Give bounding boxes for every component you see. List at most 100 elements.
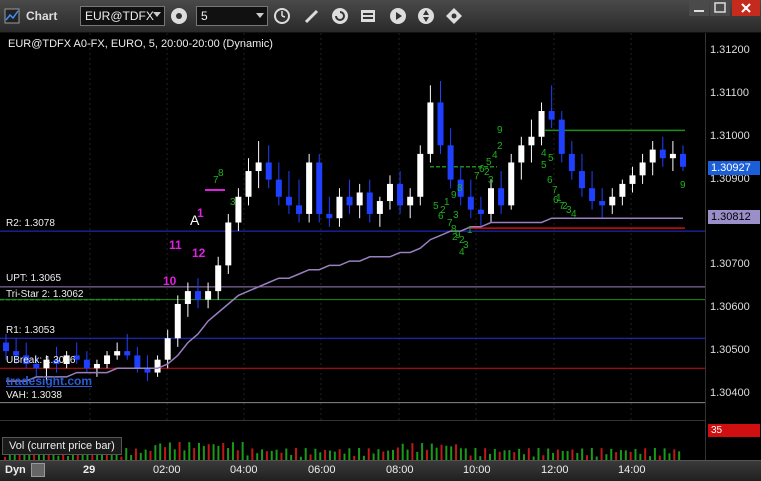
candle-body [174, 303, 181, 339]
candle-body [680, 153, 686, 167]
price-tick-label: 1.31000 [710, 129, 750, 142]
candle-body [346, 196, 353, 206]
volume-bar [435, 447, 438, 461]
time-label: 29 [83, 464, 96, 476]
volume-bar [430, 443, 433, 461]
volume-bar [207, 444, 210, 461]
scroll-icon[interactable] [416, 6, 436, 26]
volume-bar [241, 442, 244, 461]
time-label: 14:00 [618, 464, 646, 476]
clock-icon[interactable] [272, 6, 292, 26]
close-icon[interactable] [732, 0, 760, 16]
time-label: 10:00 [463, 464, 491, 476]
sequence-count-label: 5 [548, 153, 554, 164]
candle-body [275, 179, 282, 197]
price-tick-label: 1.30700 [710, 258, 750, 271]
candle-body [508, 162, 515, 206]
sequence-count-label: 4 [492, 150, 498, 161]
volume-bar [178, 442, 181, 461]
data-icon[interactable] [358, 6, 378, 26]
sequence-count-label: 1 [467, 225, 473, 236]
level-label: VAH: 1.3038 [6, 389, 62, 401]
candle-body [407, 196, 414, 206]
candle-body [467, 196, 474, 210]
sequence-count-label: 7 [213, 175, 219, 186]
volume-bar [421, 443, 424, 461]
price-chart[interactable]: A 10 11 12 1 9 8 7 3 2 4 5 6 7 8 9 1 2 3 4 5 6 7 1 2 3 4 5 6 7 8 9 2 3 1 2 3… [0, 33, 705, 420]
interval-input[interactable]: 5 [196, 6, 268, 26]
volume-pane-label[interactable]: Vol (current price bar) [2, 437, 122, 455]
candle-body [669, 153, 676, 159]
count-label: 12 [192, 246, 206, 260]
time-label: 06:00 [308, 464, 336, 476]
level-label: R2: 1.3078 [6, 218, 55, 230]
candle-body [326, 213, 333, 219]
candle-body [296, 205, 303, 214]
level-label: UBreak: 1.3046 [6, 355, 76, 367]
level-label: R1: 1.3053 [6, 325, 55, 337]
minimize-icon[interactable] [689, 0, 709, 16]
gear-icon[interactable] [169, 6, 189, 26]
volume-bar [198, 442, 200, 461]
candle-body [376, 201, 383, 214]
chart-app-icon [4, 8, 20, 24]
candle-body [306, 162, 313, 214]
candle-body [477, 209, 484, 214]
sequence-count-label: 2 [497, 141, 503, 152]
candle-body [114, 351, 121, 356]
sequence-count-label: 4 [541, 148, 547, 159]
sequence-count-label: 9 [451, 190, 457, 201]
interval-value: 5 [201, 9, 208, 23]
candle-body [538, 111, 545, 137]
sequence-count-label: 5 [541, 160, 547, 171]
candle-body [417, 153, 424, 197]
volume-value-tag: 35 [708, 424, 760, 437]
candle-body [498, 188, 505, 206]
price-tick-label: 1.30500 [710, 344, 750, 357]
average-price-tag: 1.30812 [708, 210, 760, 225]
volume-bar [222, 442, 225, 461]
refresh-icon[interactable] [330, 6, 350, 26]
volume-bar [202, 446, 205, 461]
watermark-link[interactable]: tradesight.com [6, 374, 92, 388]
dynamic-mode-label[interactable]: Dyn [5, 464, 26, 476]
maximize-icon[interactable] [710, 0, 730, 16]
volume-bar [217, 445, 220, 461]
candle-body [659, 149, 666, 159]
play-icon[interactable] [388, 6, 408, 26]
pencil-icon[interactable] [302, 6, 322, 26]
volume-bar [440, 444, 443, 461]
time-axis[interactable]: Dyn 29 02:00 04:00 06:00 08:00 10:00 12:… [0, 460, 761, 481]
candle-body [568, 153, 575, 172]
level-label: Tri-Star 2: 1.3062 [6, 288, 84, 300]
candle-body [397, 183, 404, 206]
candle-body [265, 162, 272, 180]
price-chart-svg: A10111219873245678912 34567123 45678923123… [0, 33, 705, 420]
time-label: 04:00 [230, 464, 258, 476]
price-tick-label: 1.30400 [710, 387, 750, 399]
candle-body [154, 359, 161, 373]
volume-bar [168, 442, 171, 461]
candle-body [205, 291, 212, 300]
candle-body [528, 136, 535, 146]
chart-title: EUR@TDFX A0-FX, EURO, 5, 20:00-20:00 (Dy… [8, 38, 273, 50]
sequence-count-label: 8 [218, 168, 224, 179]
dynamic-settings-icon[interactable] [31, 463, 45, 477]
volume-bar [164, 447, 167, 461]
volume-bar [231, 442, 234, 461]
candle-body [609, 196, 616, 206]
volume-bar [411, 443, 414, 461]
time-label: 12:00 [541, 464, 569, 476]
volume-bar [212, 444, 215, 461]
chevron-down-icon [153, 12, 161, 17]
volume-bar [396, 447, 399, 461]
price-axis[interactable]: 1.31200 1.31100 1.31000 1.30900 1.30700 1.306… [705, 33, 761, 420]
count-label: 10 [163, 274, 177, 288]
candle-body [255, 162, 262, 172]
sequence-count-label: 2 [452, 232, 458, 243]
sequence-count-label: 3 [463, 240, 469, 251]
cursor-icon[interactable] [444, 6, 464, 26]
symbol-dropdown-button[interactable] [152, 6, 164, 26]
current-price-tag: 1.30927 [708, 161, 760, 176]
candle-body [488, 188, 495, 214]
